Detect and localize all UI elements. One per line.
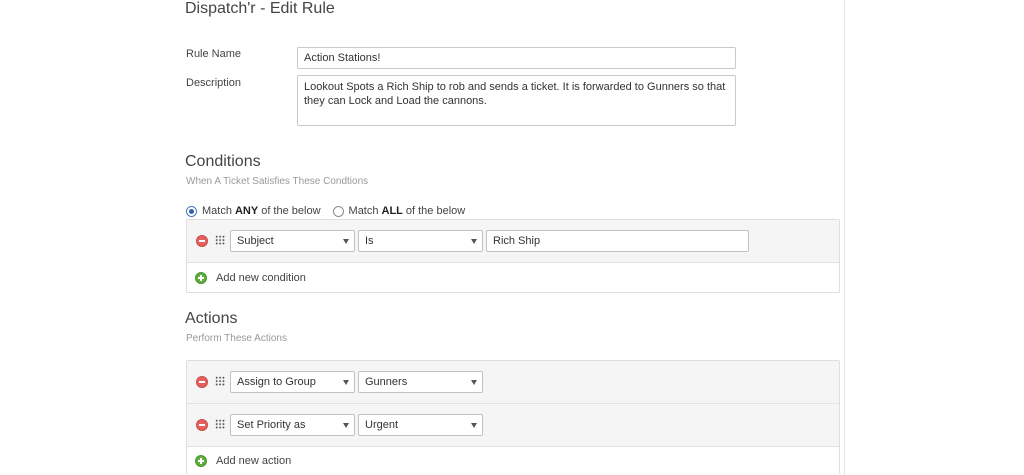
action-type-value: Set Priority as xyxy=(237,419,306,431)
page-title: Dispatch'r - Edit Rule xyxy=(185,0,335,17)
chevron-down-icon xyxy=(343,239,349,244)
condition-row: Subject Is xyxy=(187,220,839,263)
chevron-down-icon xyxy=(471,239,477,244)
match-mode-group: Match ANY of the below Match ALL of the … xyxy=(186,204,477,218)
conditions-title: Conditions xyxy=(185,153,261,170)
content-divider xyxy=(844,0,845,475)
edit-rule-page: Dispatch'r - Edit Rule Rule Name Descrip… xyxy=(0,0,1024,475)
actions-panel: Assign to Group Gunners Set Priority as … xyxy=(186,360,840,474)
drag-handle-icon[interactable] xyxy=(215,235,225,245)
condition-field-value: Subject xyxy=(237,235,274,247)
chevron-down-icon xyxy=(343,423,349,428)
action-value-select[interactable]: Urgent xyxy=(358,414,483,436)
chevron-down-icon xyxy=(471,380,477,385)
add-action-row[interactable]: Add new action xyxy=(187,447,839,474)
chevron-down-icon xyxy=(343,380,349,385)
add-action-link[interactable]: Add new action xyxy=(216,455,291,467)
drag-handle-icon[interactable] xyxy=(215,419,225,429)
plus-circle-icon[interactable] xyxy=(195,271,207,284)
action-type-select[interactable]: Assign to Group xyxy=(230,371,355,393)
match-any-prefix: Match xyxy=(202,205,232,217)
actions-title: Actions xyxy=(185,310,238,327)
add-condition-row[interactable]: Add new condition xyxy=(187,263,839,292)
chevron-down-icon xyxy=(471,423,477,428)
match-any-radio[interactable] xyxy=(186,205,197,217)
minus-circle-icon[interactable] xyxy=(196,376,208,388)
match-all-prefix: Match xyxy=(348,205,379,217)
condition-value-input[interactable] xyxy=(486,230,749,252)
add-condition-link[interactable]: Add new condition xyxy=(216,272,306,284)
condition-operator-value: Is xyxy=(365,235,374,247)
match-all-option[interactable]: Match ALL of the below xyxy=(332,205,466,217)
action-type-select[interactable]: Set Priority as xyxy=(230,414,355,436)
condition-field-select[interactable]: Subject xyxy=(230,230,355,252)
action-row: Assign to Group Gunners xyxy=(187,361,839,404)
drag-handle-icon[interactable] xyxy=(215,376,225,386)
rule-name-label: Rule Name xyxy=(186,48,242,60)
rule-name-input[interactable] xyxy=(297,47,736,69)
match-any-keyword: ANY xyxy=(234,205,259,217)
action-value-select[interactable]: Gunners xyxy=(358,371,483,393)
description-textarea[interactable]: Lookout Spots a Rich Ship to rob and sen… xyxy=(297,75,736,126)
plus-circle-icon[interactable] xyxy=(195,454,207,467)
conditions-panel: Subject Is Add new condition xyxy=(186,219,840,293)
actions-subtitle: Perform These Actions xyxy=(186,333,287,344)
match-all-suffix: of the below xyxy=(405,205,466,217)
condition-operator-select[interactable]: Is xyxy=(358,230,483,252)
action-value-text: Urgent xyxy=(365,419,399,431)
action-value-text: Gunners xyxy=(365,376,408,388)
conditions-subtitle: When A Ticket Satisfies These Condtions xyxy=(186,176,369,187)
match-all-radio[interactable] xyxy=(332,205,344,217)
minus-circle-icon[interactable] xyxy=(196,235,208,247)
action-row: Set Priority as Urgent xyxy=(187,404,839,447)
match-any-suffix: of the below xyxy=(261,205,321,217)
match-all-keyword: ALL xyxy=(381,205,403,217)
description-label: Description xyxy=(186,77,242,89)
match-any-option[interactable]: Match ANY of the below xyxy=(186,205,321,217)
minus-circle-icon[interactable] xyxy=(196,419,208,431)
action-type-value: Assign to Group xyxy=(237,376,316,388)
